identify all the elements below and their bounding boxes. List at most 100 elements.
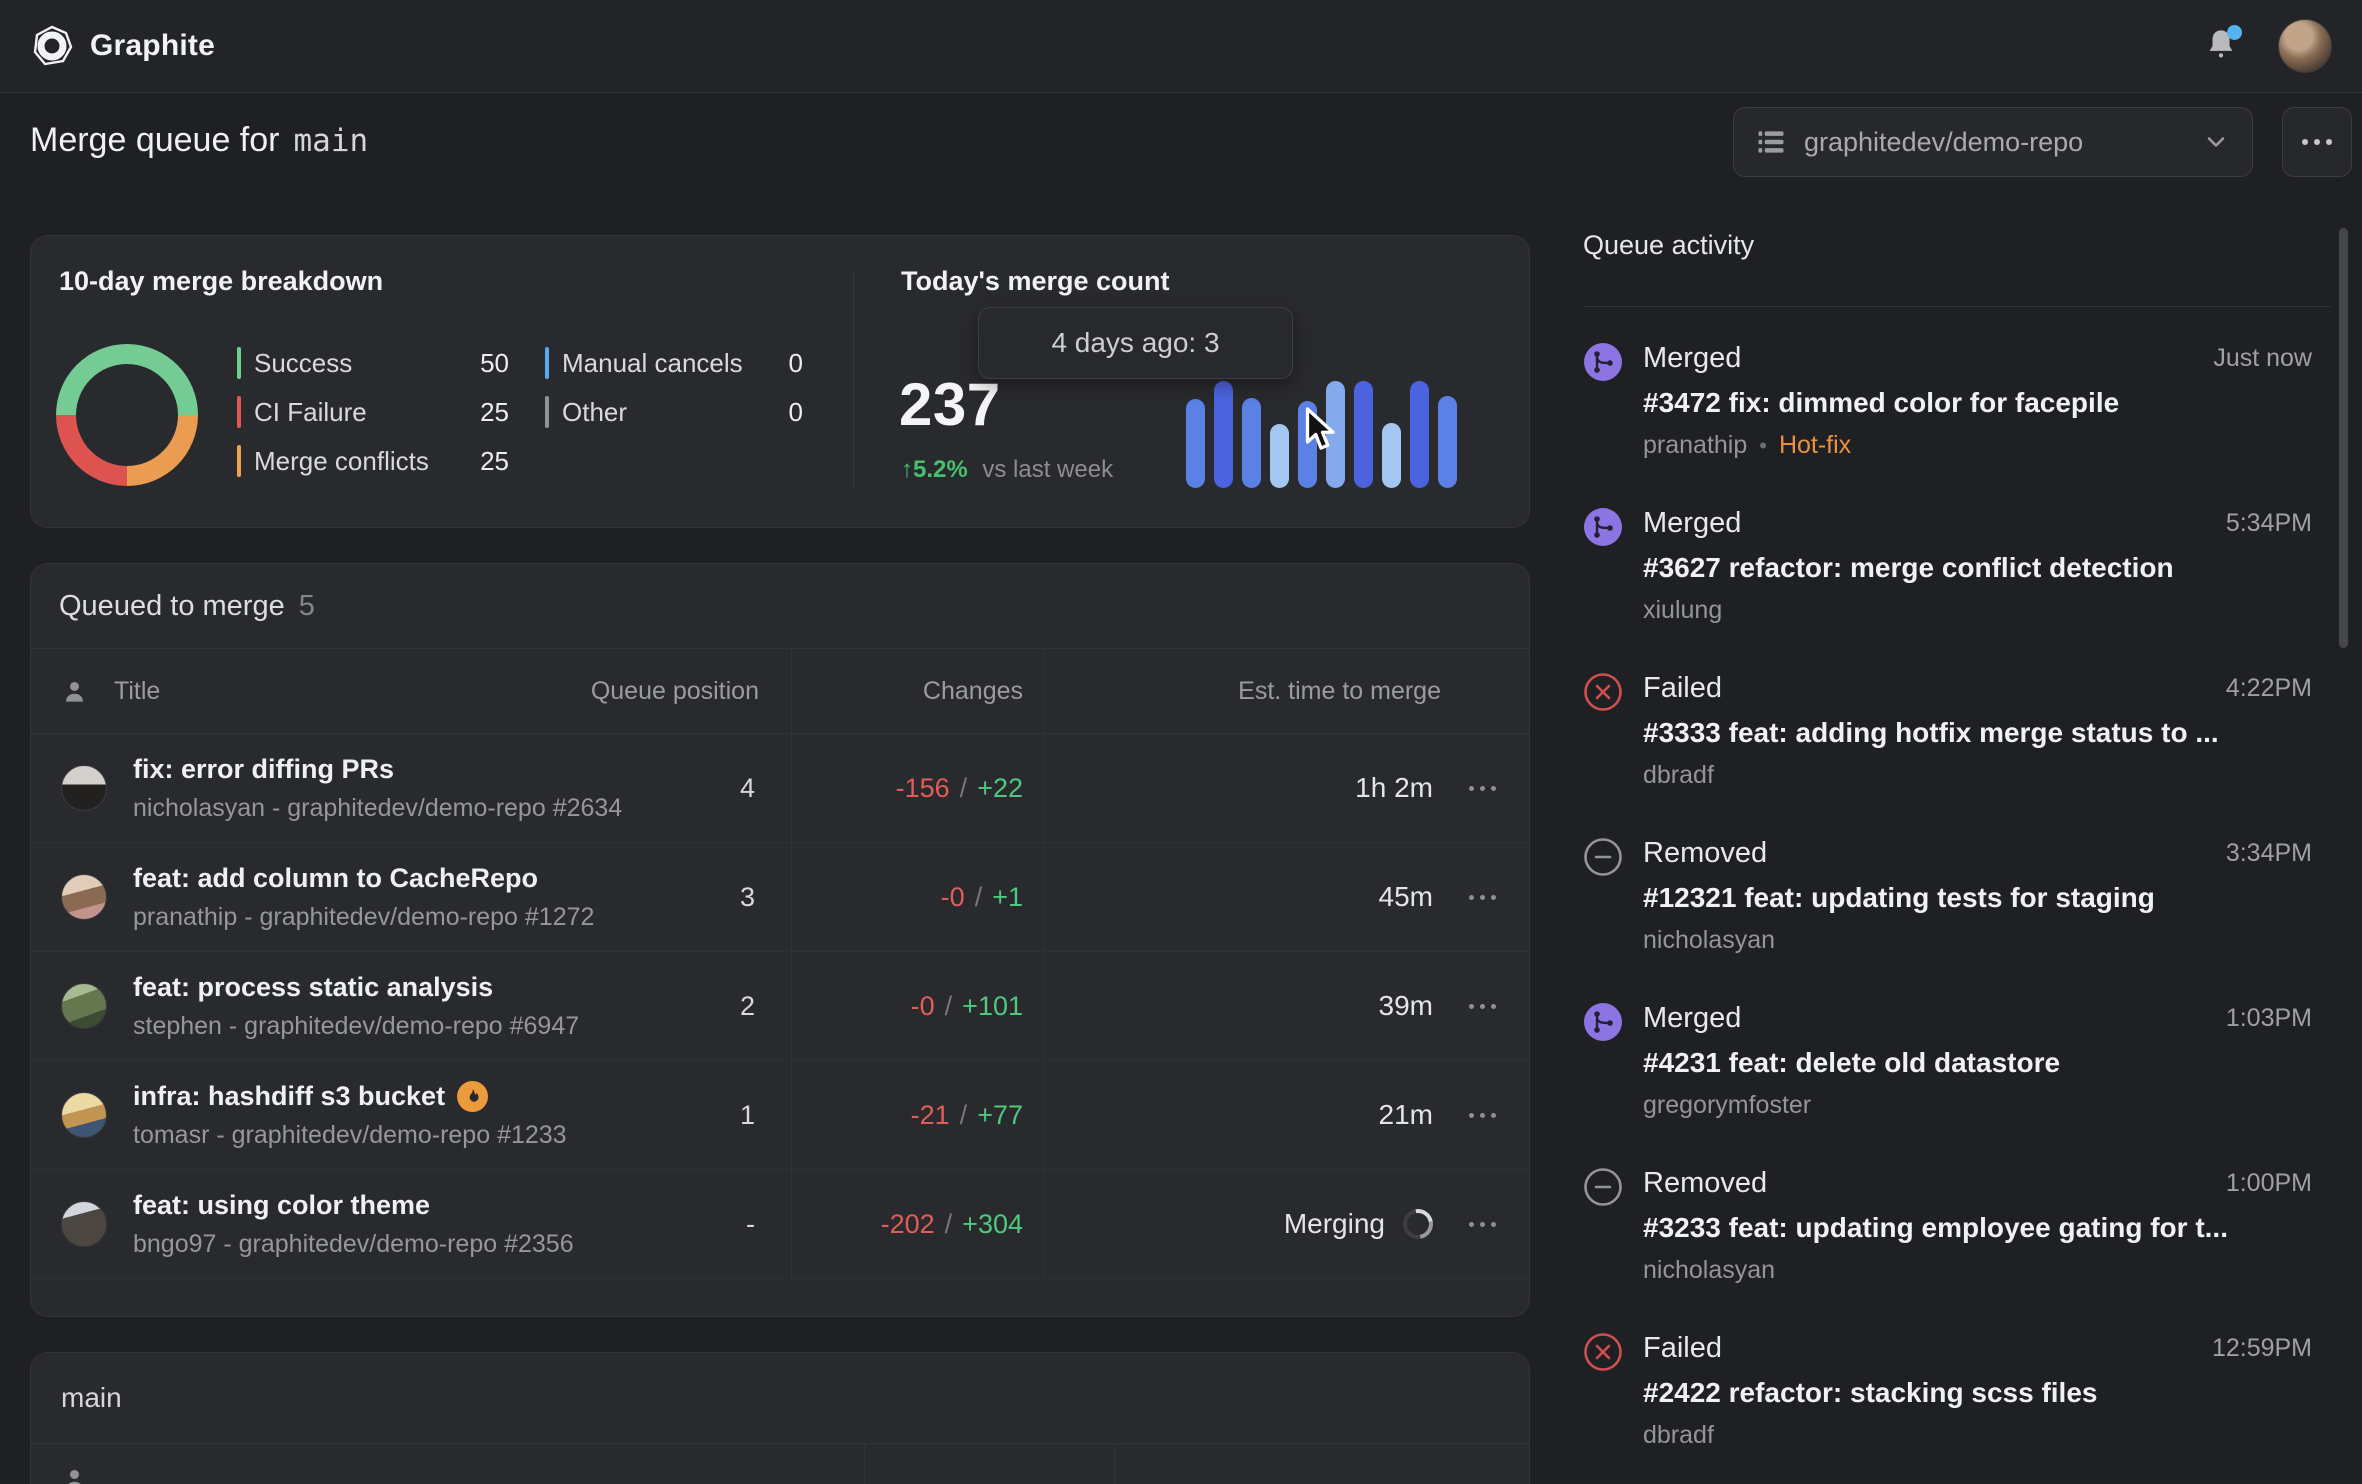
graphite-logo-icon	[33, 25, 73, 66]
merge-count-bar[interactable]	[1214, 381, 1233, 488]
pr-meta: tomasr - graphitedev/demo-repo #1233	[133, 1120, 567, 1149]
breakdown-legend-col1: Success 50 CI Failure 25 Merge conflicts…	[237, 346, 509, 478]
legend-value: 25	[480, 396, 509, 427]
main-titlebar: main	[31, 1353, 1529, 1444]
delta-suffix: vs last week	[982, 456, 1114, 483]
activity-author: dbradf	[1643, 761, 1714, 789]
legend-value: 25	[480, 445, 509, 476]
pr-author-avatar	[61, 874, 107, 920]
activity-item[interactable]: Merged Just now #3472 fix: dimmed color …	[1583, 342, 2330, 460]
user-avatar[interactable]	[2278, 19, 2332, 73]
activity-pr-title: #3233 feat: updating employee gating for…	[1643, 1212, 2228, 1243]
scrollbar-thumb[interactable]	[2339, 228, 2348, 648]
removed-icon	[1584, 838, 1622, 876]
eta-value: Merging	[1283, 1208, 1385, 1239]
activity-time: 5:34PM	[2225, 509, 2312, 537]
col-queue-position: Queue position	[590, 676, 759, 705]
bar-tooltip: 4 days ago: 3	[978, 307, 1293, 379]
merge-count-bar[interactable]	[1382, 423, 1401, 488]
legend-tick	[545, 396, 549, 428]
legend-label: Merge conflicts	[254, 445, 429, 476]
activity-item[interactable]: Merged 5:34PM #3627 refactor: merge conf…	[1583, 507, 2330, 625]
queued-to-merge-card: Queued to merge 5 Title Queue position C…	[30, 563, 1530, 1317]
activity-item[interactable]: Failed 4:22PM #3333 feat: adding hotfix …	[1583, 672, 2330, 790]
eta-value: 21m	[1378, 1099, 1433, 1130]
merge-count-bar[interactable]	[1410, 381, 1429, 488]
queued-table-header: Title Queue position Changes Est. time t…	[31, 649, 1529, 734]
eta-value: 1h 2m	[1355, 772, 1433, 803]
legend-item-other: Other 0	[545, 395, 803, 429]
breakdown-legend-col2: Manual cancels 0 Other 0	[545, 346, 803, 429]
activity-divider	[1583, 306, 2330, 307]
pr-meta: stephen - graphitedev/demo-repo #6947	[133, 1011, 580, 1040]
person-icon	[68, 1469, 81, 1484]
queued-row[interactable]: feat: using color theme bngo97 - graphit…	[31, 1170, 1529, 1279]
queued-count: 5	[298, 589, 315, 622]
stats-divider	[853, 270, 854, 488]
legend-label: CI Failure	[254, 396, 367, 427]
activity-item[interactable]: Removed 3:34PM #12321 feat: updating tes…	[1583, 837, 2330, 955]
activity-time: 1:03PM	[2225, 1004, 2312, 1032]
deletions: -156	[895, 772, 950, 803]
delta-up: ↑5.2%	[901, 456, 968, 483]
activity-item[interactable]: Failed 12:59PM #2422 refactor: stacking …	[1583, 1332, 2330, 1450]
legend-value: 50	[480, 347, 509, 378]
repo-label: graphitedev/demo-repo	[1804, 126, 2084, 157]
row-menu-icon[interactable]	[1468, 1221, 1496, 1227]
pr-title: fix: error diffing PRs	[133, 753, 395, 784]
merge-count-bar[interactable]	[1270, 424, 1289, 488]
activity-status: Merged	[1643, 1002, 1742, 1034]
eta-value: 39m	[1378, 990, 1433, 1021]
failed-icon	[1584, 673, 1622, 711]
merge-count-bar[interactable]	[1242, 398, 1261, 488]
activity-status: Failed	[1643, 1332, 1722, 1364]
deletions: -21	[910, 1099, 950, 1130]
hotfix-tag[interactable]: Hot-fix	[1779, 431, 1851, 460]
row-menu-icon[interactable]	[1468, 1003, 1496, 1009]
legend-tick	[237, 396, 241, 428]
row-menu-icon[interactable]	[1468, 894, 1496, 900]
queue-position-value: 3	[739, 881, 755, 912]
activity-status: Removed	[1643, 1167, 1768, 1199]
repo-selector[interactable]: graphitedev/demo-repo	[1733, 107, 2253, 177]
merged-icon	[1584, 508, 1622, 546]
legend-item-manual-cancels: Manual cancels 0	[545, 346, 803, 380]
col-changes: Changes	[922, 676, 1023, 705]
queue-position-value: 1	[739, 1099, 755, 1130]
merge-count-bar[interactable]	[1186, 399, 1205, 488]
legend-tick	[237, 445, 241, 477]
legend-value: 0	[788, 396, 803, 427]
page-title: Merge queue for main	[30, 121, 368, 160]
queue-activity-title: Queue activity	[1583, 230, 1755, 260]
activity-time: 12:59PM	[2211, 1334, 2312, 1362]
topbar: Graphite	[0, 0, 2362, 93]
merge-count-bar[interactable]	[1438, 396, 1457, 488]
activity-pr-title: #2422 refactor: stacking scss files	[1643, 1377, 2098, 1408]
activity-item[interactable]: Removed 1:00PM #3233 feat: updating empl…	[1583, 1167, 2330, 1285]
person-icon	[66, 681, 83, 702]
row-menu-icon[interactable]	[1468, 785, 1496, 791]
additions: +77	[977, 1099, 1023, 1130]
main-table-header	[31, 1444, 1529, 1484]
pr-author-avatar	[61, 1092, 107, 1138]
queued-row[interactable]: infra: hashdiff s3 bucket tomasr - graph…	[31, 1061, 1529, 1170]
merge-count-bar[interactable]	[1354, 381, 1373, 488]
page-more-button[interactable]	[2282, 107, 2352, 177]
page-title-text: Merge queue for	[30, 121, 280, 159]
queued-row[interactable]: fix: error diffing PRs nicholasyan - gra…	[31, 734, 1529, 843]
stats-card: 10-day merge breakdown Success 50 CI Fai…	[30, 235, 1530, 528]
row-menu-icon[interactable]	[1468, 1112, 1496, 1118]
chevron-down-icon	[2207, 137, 2225, 147]
merge-breakdown-donut-chart[interactable]	[56, 344, 198, 486]
activity-item[interactable]: Merged 1:03PM #4231 feat: delete old dat…	[1583, 1002, 2330, 1120]
notifications-button[interactable]	[2204, 25, 2242, 65]
queue-position-value: 2	[739, 990, 755, 1021]
queued-row[interactable]: feat: process static analysis stephen - …	[31, 952, 1529, 1061]
merged-icon	[1584, 1003, 1622, 1041]
activity-author: nicholasyan	[1643, 1256, 1776, 1284]
failed-icon	[1584, 1333, 1622, 1371]
changes-separator: /	[959, 772, 968, 803]
activity-time: Just now	[2213, 344, 2312, 372]
queued-row[interactable]: feat: add column to CacheRepo pranathip …	[31, 843, 1529, 952]
changes-separator: /	[974, 881, 983, 912]
